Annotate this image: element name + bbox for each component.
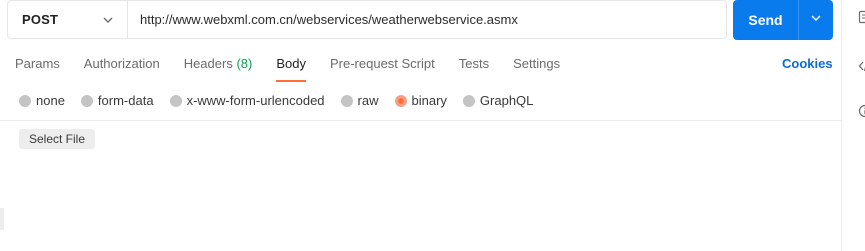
tab-settings[interactable]: Settings [513,56,560,82]
tab-label: Body [276,56,306,71]
tab-headers[interactable]: Headers (8) [184,56,253,82]
select-file-button[interactable]: Select File [19,129,95,149]
radio-indicator [80,94,93,107]
request-tabs: Params Authorization Headers (8) Body Pr… [15,56,584,82]
cookies-link[interactable]: Cookies [782,56,833,71]
info-icon[interactable] [858,104,865,118]
radio-label: binary [411,93,447,108]
radio-label: x-www-form-urlencoded [186,93,325,108]
tab-pre-request-script[interactable]: Pre-request Script [330,56,435,82]
tab-label: Settings [513,56,561,71]
method-dropdown[interactable]: POST [8,1,128,38]
radio-label: raw [357,93,379,108]
tab-params[interactable]: Params [15,56,60,82]
radio-label: none [36,93,65,108]
radio-x-www-form-urlencoded[interactable]: x-www-form-urlencoded [169,93,325,108]
tab-authorization[interactable]: Authorization [84,56,160,82]
url-input[interactable] [138,11,726,28]
tab-label: Pre-request Script [329,56,435,71]
send-options-button[interactable] [799,0,833,40]
radio-binary[interactable]: binary [394,93,447,108]
headers-count-badge: (8) [236,56,253,71]
tab-tests[interactable]: Tests [459,56,489,82]
radio-raw[interactable]: raw [340,93,379,108]
request-bar: POST [7,0,727,39]
radio-none[interactable]: none [19,93,65,108]
radio-indicator [340,94,353,107]
radio-form-data[interactable]: form-data [80,93,154,108]
tab-body[interactable]: Body [276,56,306,82]
right-sidebar [841,0,865,251]
body-type-radio-group: none form-data x-www-form-urlencoded raw… [19,93,549,108]
send-button-group: Send [733,0,833,40]
radio-indicator [462,94,475,107]
radio-label: form-data [97,93,154,108]
chevron-down-icon [810,11,822,29]
radio-indicator [19,94,31,107]
documentation-icon[interactable] [858,10,865,24]
url-field-wrapper [128,1,726,38]
radio-indicator [169,94,182,107]
radio-label: GraphQL [479,93,534,108]
send-button[interactable]: Send [733,0,798,40]
code-icon[interactable] [858,59,865,73]
tab-label: Tests [458,56,490,71]
tab-label: Params [15,56,60,71]
divider [0,120,841,121]
tab-label: Authorization [83,56,160,71]
tab-label: Headers [183,56,233,71]
radio-graphql[interactable]: GraphQL [462,93,534,108]
scroll-edge [0,208,4,230]
radio-indicator-selected [394,94,407,107]
chevron-down-icon [101,13,115,27]
method-label: POST [22,12,59,27]
